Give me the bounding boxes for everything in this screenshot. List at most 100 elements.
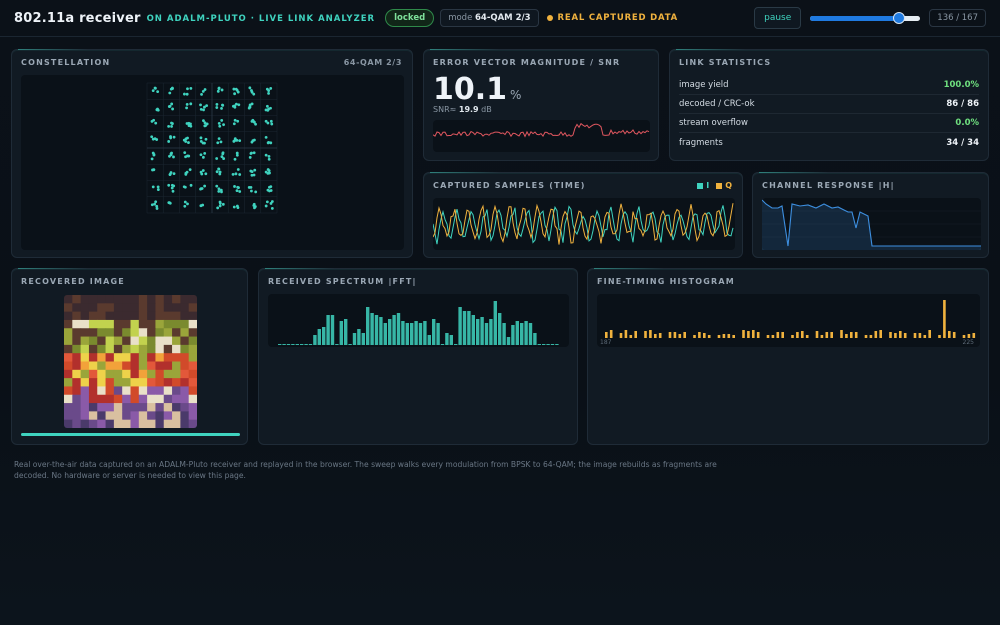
image-pixel bbox=[163, 419, 173, 428]
constellation-point bbox=[218, 170, 222, 174]
image-pixel bbox=[97, 295, 107, 304]
constellation-point bbox=[185, 103, 189, 106]
timing-panel: FINE-TIMING HISTOGRAM 187 225 bbox=[587, 268, 989, 445]
image-pixel bbox=[130, 378, 140, 387]
image-pixel bbox=[88, 344, 98, 354]
snr-value: 19.9 bbox=[458, 105, 479, 114]
image-pixel bbox=[88, 295, 98, 304]
app-subtitle: ON ADALM-PLUTO · LIVE LINK ANALYZER bbox=[146, 14, 376, 24]
spectrum-plot bbox=[278, 301, 559, 345]
mode-value: 64-QAM 2/3 bbox=[475, 13, 531, 23]
constellation-point bbox=[215, 170, 219, 174]
image-pixel bbox=[188, 303, 197, 313]
constellation-point bbox=[200, 92, 203, 96]
image-pixel bbox=[180, 386, 190, 396]
histogram-bar bbox=[805, 335, 809, 338]
constellation-point bbox=[204, 137, 208, 141]
constellation-point bbox=[152, 118, 156, 122]
constellation-point bbox=[183, 92, 186, 96]
spectrum-bar bbox=[528, 323, 533, 345]
stat-row-image-yield: image yield 100.0% bbox=[679, 75, 979, 95]
top-bar: 802.11a receiver ON ADALM-PLUTO · LIVE L… bbox=[0, 0, 1000, 37]
image-pixel bbox=[72, 361, 82, 371]
stat-row-overflow: stream overflow 0.0% bbox=[679, 113, 979, 133]
spectrum-bar bbox=[454, 344, 458, 345]
histogram-bar bbox=[683, 332, 686, 338]
image-pixel bbox=[72, 336, 82, 346]
constellation-point bbox=[156, 188, 160, 191]
image-pixel bbox=[180, 295, 190, 304]
constellation-point bbox=[199, 187, 202, 191]
histogram-bar bbox=[796, 332, 799, 338]
image-pixel bbox=[163, 295, 173, 304]
spectrum-bar bbox=[326, 315, 330, 345]
constellation-point bbox=[155, 207, 159, 210]
image-pixel bbox=[138, 403, 148, 412]
samples-plot-area bbox=[432, 198, 735, 250]
link-stats-panel: LINK STATISTICS image yield 100.0% decod… bbox=[669, 49, 989, 161]
image-pixel bbox=[97, 361, 107, 371]
image-pixel bbox=[172, 394, 181, 404]
image-progress-fill bbox=[21, 433, 240, 436]
constellation-point bbox=[217, 167, 221, 171]
sweep-slider[interactable] bbox=[810, 11, 921, 25]
pause-button[interactable]: pause bbox=[754, 7, 802, 29]
constellation-point bbox=[167, 124, 171, 128]
spectrum-bar bbox=[498, 313, 502, 345]
spectrum-bar bbox=[467, 311, 471, 345]
image-pixel bbox=[80, 394, 90, 404]
image-pixel bbox=[113, 394, 123, 404]
constellation-point bbox=[238, 139, 242, 143]
constellation-point bbox=[152, 168, 156, 172]
image-pixel bbox=[188, 394, 197, 404]
image-pixel bbox=[172, 295, 181, 304]
histogram-bar bbox=[644, 331, 647, 338]
spectrum-bar bbox=[414, 321, 418, 345]
histogram-bar bbox=[619, 333, 623, 338]
constellation-point bbox=[167, 140, 171, 143]
histogram-bar bbox=[776, 332, 780, 338]
timing-plot-area bbox=[597, 294, 980, 347]
constellation-plot bbox=[146, 82, 278, 214]
constellation-point bbox=[151, 89, 155, 93]
spectrum-bar bbox=[322, 327, 326, 345]
histogram-bar bbox=[752, 330, 755, 338]
constellation-point bbox=[267, 141, 271, 144]
image-pixel bbox=[130, 295, 140, 304]
image-pixel bbox=[88, 311, 98, 321]
image-pixel bbox=[180, 411, 190, 421]
histogram-bar bbox=[629, 335, 633, 338]
image-pixel bbox=[113, 353, 123, 362]
image-pixel bbox=[80, 411, 90, 421]
histogram-bar bbox=[913, 333, 917, 338]
constellation-point bbox=[183, 151, 187, 155]
image-pixel bbox=[122, 336, 131, 346]
image-pixel bbox=[64, 419, 73, 428]
image-pixel bbox=[88, 394, 98, 404]
spectrum-bar bbox=[339, 321, 343, 345]
image-pixel bbox=[163, 328, 173, 338]
spectrum-bar bbox=[405, 323, 409, 345]
constellation-point bbox=[150, 157, 154, 161]
image-pixel bbox=[88, 386, 98, 396]
image-pixel bbox=[105, 336, 115, 346]
image-pixel bbox=[113, 386, 123, 396]
image-pixel bbox=[64, 303, 73, 313]
spectrum-bar bbox=[291, 344, 295, 345]
constellation-point bbox=[232, 205, 236, 209]
slider-fill bbox=[810, 16, 900, 21]
image-pixel bbox=[88, 411, 98, 421]
image-pixel bbox=[80, 303, 90, 313]
spectrum-bar bbox=[555, 344, 559, 345]
image-pixel bbox=[130, 303, 140, 313]
image-pixel bbox=[80, 378, 90, 387]
image-pixel bbox=[64, 369, 73, 379]
constellation-point bbox=[253, 205, 257, 208]
slider-thumb[interactable] bbox=[893, 12, 906, 24]
channel-plot bbox=[761, 199, 981, 250]
constellation-point bbox=[168, 172, 172, 176]
constellation-point bbox=[237, 186, 240, 190]
image-pixel bbox=[163, 378, 173, 387]
image-pixel bbox=[147, 303, 156, 313]
spectrum-bar bbox=[462, 311, 467, 345]
